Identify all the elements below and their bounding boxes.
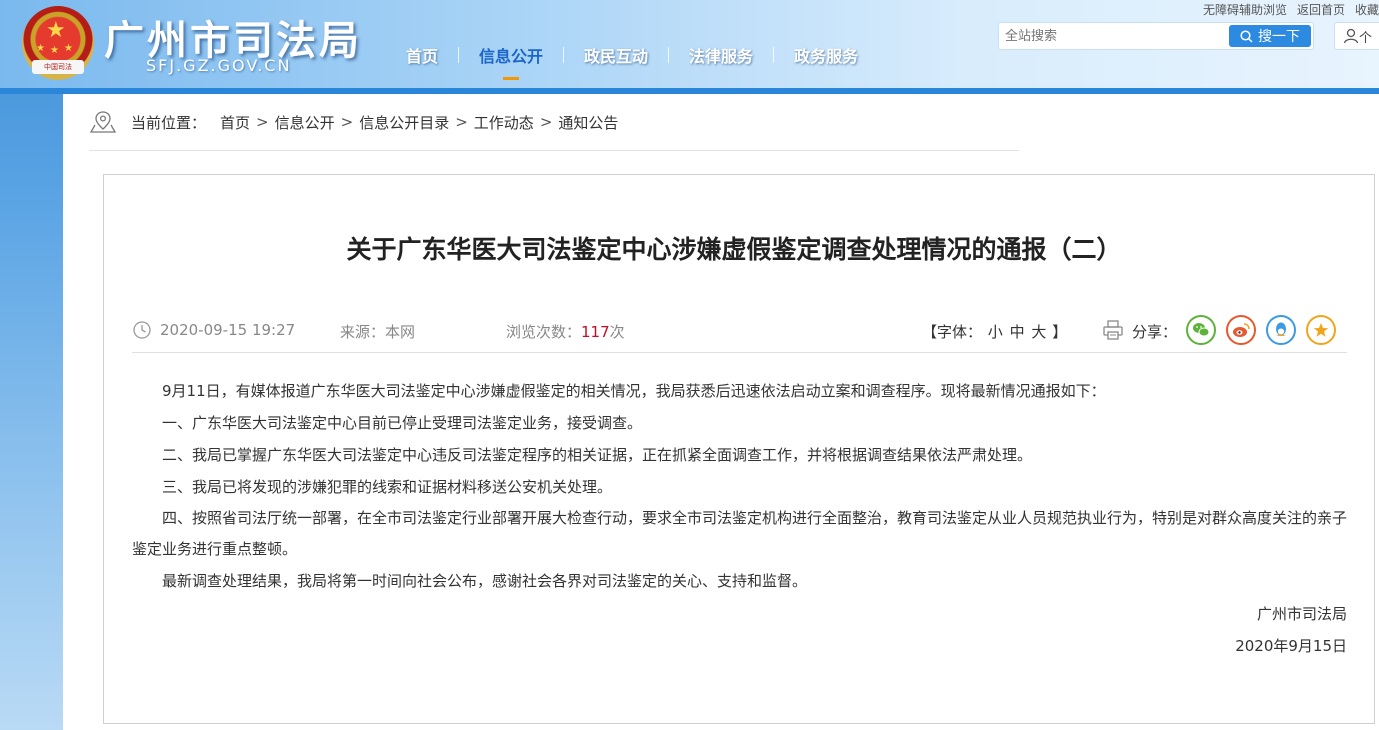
publish-date: 2020-09-15 19:27 xyxy=(160,321,296,339)
user-center-label: 个 xyxy=(1359,30,1373,46)
view-count-number: 117 xyxy=(581,323,610,341)
font-size-label: 【字体： xyxy=(922,323,983,341)
breadcrumb-separator: > xyxy=(539,113,553,131)
user-icon xyxy=(1343,28,1359,44)
signature-org: 广州市司法局 xyxy=(1256,605,1347,623)
justice-emblem-icon[interactable]: ★ ★ ★ ★ 中国司法 xyxy=(22,6,94,80)
search-box: 搜一下 xyxy=(998,22,1314,50)
return-home-link[interactable]: 返回首页 xyxy=(1297,1,1345,18)
emblem-star-icon: ★ xyxy=(46,18,66,43)
emblem-small-star-icon: ★ xyxy=(36,43,45,54)
clock-icon xyxy=(133,321,151,339)
article-paragraph: 二、我局已掌握广东华医大司法鉴定中心违反司法鉴定程序的相关证据，正在抓紧全面调查… xyxy=(162,446,1033,464)
user-center-button[interactable]: 个 xyxy=(1334,22,1379,50)
print-icon[interactable] xyxy=(1102,319,1124,341)
site-domain: SFJ.GZ.GOV.CN xyxy=(146,56,292,75)
main-nav: 首页 信息公开 政民互动 法律服务 政务服务 xyxy=(386,42,878,80)
location-pin-icon xyxy=(89,111,117,133)
signature-date: 2020年9月15日 xyxy=(1235,637,1347,655)
nav-legal-services[interactable]: 法律服务 xyxy=(669,43,773,67)
wechat-icon[interactable] xyxy=(1186,315,1216,345)
view-count-unit: 次 xyxy=(609,323,625,341)
breadcrumb-separator: > xyxy=(340,113,354,131)
font-size-control: 【字体： 小 中 大 】 xyxy=(922,321,1067,342)
breadcrumb-info-disclosure[interactable]: 信息公开 xyxy=(275,112,335,133)
article-title: 关于广东华医大司法鉴定中心涉嫌虚假鉴定调查处理情况的通报（二） xyxy=(346,235,1122,264)
article-meta: 2020-09-15 19:27 来源：本网 浏览次数：117次 【字体： 小 … xyxy=(132,315,1347,353)
font-size-large[interactable]: 大 xyxy=(1031,323,1046,341)
article-body: 9月11日，有媒体报道广东华医大司法鉴定中心涉嫌虚假鉴定的相关情况，我局获悉后迅… xyxy=(132,375,1347,662)
emblem-small-star-icon: ★ xyxy=(50,45,59,56)
emblem-ribbon: 中国司法 xyxy=(32,60,84,74)
site-header: ★ ★ ★ ★ 中国司法 广州市司法局 SFJ.GZ.GOV.CN 首页 信息公… xyxy=(0,0,1379,88)
nav-info-disclosure[interactable]: 信息公开 xyxy=(459,43,563,80)
search-button-label: 搜一下 xyxy=(1258,29,1300,45)
share-label: 分享： xyxy=(1132,323,1178,341)
article-source: 来源：本网 xyxy=(340,323,416,341)
bookmark-link[interactable]: 收藏 xyxy=(1355,1,1379,18)
font-size-close: 】 xyxy=(1052,323,1068,341)
view-count: 浏览次数：117次 xyxy=(506,321,625,342)
article-paragraph: 9月11日，有媒体报道广东华医大司法鉴定中心涉嫌虚假鉴定的相关情况，我局获悉后迅… xyxy=(162,382,1106,400)
qq-icon[interactable] xyxy=(1266,315,1296,345)
article-paragraph: 四、按照省司法厅统一部署，在全市司法鉴定行业部署开展大检查行动，要求全市司法鉴定… xyxy=(132,509,1348,558)
qq-glyph xyxy=(1276,322,1286,336)
article-paragraph: 一、广东华医大司法鉴定中心目前已停止受理司法鉴定业务，接受调查。 xyxy=(162,414,643,432)
accessibility-link[interactable]: 无障碍辅助浏览 xyxy=(1203,1,1287,18)
breadcrumb-separator: > xyxy=(256,113,269,131)
weibo-glyph xyxy=(1233,323,1250,337)
search-button[interactable]: 搜一下 xyxy=(1229,25,1311,47)
article-paragraph: 最新调查处理结果，我局将第一时间向社会公布，感谢社会各界对司法鉴定的关心、支持和… xyxy=(162,572,808,590)
article-paragraph: 三、我局已将发现的涉嫌犯罪的线索和证据材料移送公安机关处理。 xyxy=(162,478,613,496)
font-size-medium[interactable]: 中 xyxy=(1010,323,1025,341)
top-links: 无障碍辅助浏览 返回首页 收藏 xyxy=(1193,1,1379,18)
breadcrumb-info-catalog[interactable]: 信息公开目录 xyxy=(359,112,449,133)
favorite-icon[interactable] xyxy=(1306,315,1336,345)
nav-government-services[interactable]: 政务服务 xyxy=(774,43,878,67)
breadcrumb-notices[interactable]: 通知公告 xyxy=(558,112,618,133)
wechat-glyph xyxy=(1193,323,1210,337)
search-icon xyxy=(1240,29,1253,43)
breadcrumb-home[interactable]: 首页 xyxy=(220,112,250,133)
article-card: 关于广东华医大司法鉴定中心涉嫌虚假鉴定调查处理情况的通报（二） 2020-09-… xyxy=(103,174,1375,724)
nav-public-interaction[interactable]: 政民互动 xyxy=(564,43,668,67)
font-size-small[interactable]: 小 xyxy=(988,323,1003,341)
star-glyph xyxy=(1313,323,1329,337)
view-count-label: 浏览次数： xyxy=(506,323,582,341)
search-input[interactable] xyxy=(1005,26,1225,46)
breadcrumb-separator: > xyxy=(455,113,468,131)
content-panel: 当前位置： 首页 > 信息公开 > 信息公开目录 > 工作动态 > 通知公告 关… xyxy=(63,94,1379,730)
breadcrumb-label: 当前位置： xyxy=(131,113,207,132)
emblem-small-star-icon: ★ xyxy=(64,43,73,54)
breadcrumb: 当前位置： 首页 > 信息公开 > 信息公开目录 > 工作动态 > 通知公告 xyxy=(89,94,1019,151)
breadcrumb-work-news[interactable]: 工作动态 xyxy=(474,112,534,133)
weibo-icon[interactable] xyxy=(1226,315,1256,345)
nav-home[interactable]: 首页 xyxy=(386,43,458,67)
